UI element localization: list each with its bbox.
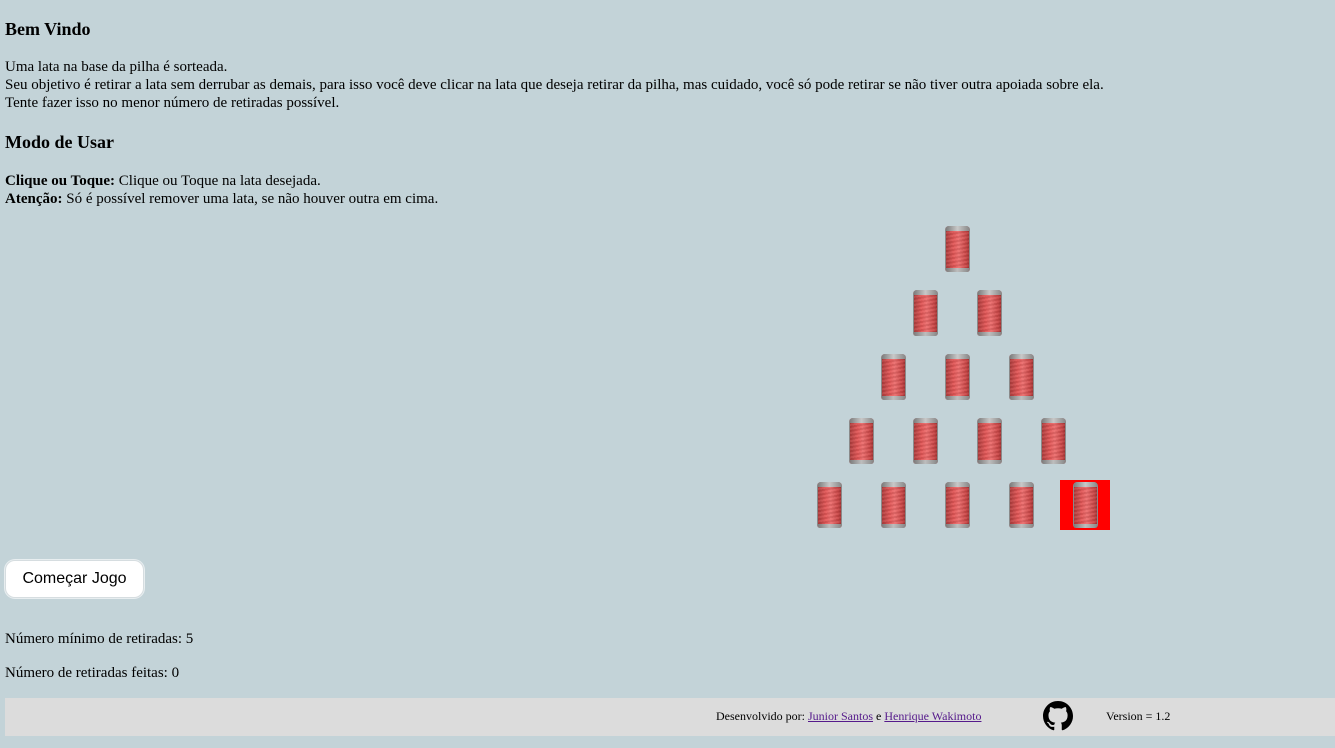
usage-item: Atenção: Só é possível remover uma lata,… <box>5 190 438 208</box>
soda-can-icon <box>1008 354 1034 400</box>
can-r2-c2[interactable] <box>964 288 1014 338</box>
can-r3-c1[interactable] <box>868 352 918 402</box>
can-r4-c3[interactable] <box>964 416 1014 466</box>
welcome-line: Tente fazer isso no menor número de reti… <box>5 95 340 111</box>
soda-can-icon <box>880 354 906 400</box>
author-link-junior[interactable]: Junior Santos <box>808 709 873 723</box>
removals-done-label: Número de retiradas feitas: <box>5 665 172 681</box>
usage-item: Clique ou Toque: Clique ou Toque na lata… <box>5 172 438 190</box>
usage-item-text: Clique ou Toque na lata desejada. <box>115 173 321 189</box>
start-game-button[interactable]: Começar Jogo <box>5 560 144 598</box>
can-r5-c3[interactable] <box>932 480 982 530</box>
developed-by-label: Desenvolvido por: <box>716 709 808 723</box>
footer: Desenvolvido por: Junior Santos e Henriq… <box>5 698 1335 736</box>
soda-can-icon <box>880 482 906 528</box>
can-r4-c2[interactable] <box>900 416 950 466</box>
can-r5-c4[interactable] <box>996 480 1046 530</box>
soda-can-icon <box>976 290 1002 336</box>
welcome-heading: Bem Vindo <box>5 19 91 39</box>
removals-done-value: 0 <box>171 665 180 681</box>
can-r5-c5[interactable] <box>1060 480 1110 530</box>
can-r5-c2[interactable] <box>868 480 918 530</box>
can-r3-c3[interactable] <box>996 352 1046 402</box>
credits: Desenvolvido por: Junior Santos e Henriq… <box>716 709 981 724</box>
soda-can-icon <box>944 226 970 272</box>
can-r5-c1[interactable] <box>804 480 854 530</box>
welcome-text: Uma lata na base da pilha é sorteada. Se… <box>5 58 1104 112</box>
soda-can-icon <box>848 418 874 464</box>
usage-item-label: Clique ou Toque: <box>5 173 116 189</box>
removals-done-stat: Número de retiradas feitas: 0 <box>5 664 179 682</box>
can-r3-c2[interactable] <box>932 352 982 402</box>
soda-can-icon <box>944 482 970 528</box>
welcome-line: Seu objetivo é retirar a lata sem derrub… <box>5 77 1104 93</box>
welcome-line: Uma lata na base da pilha é sorteada. <box>5 59 228 75</box>
version-label: Version = 1.2 <box>1106 709 1171 723</box>
soda-can-icon <box>912 290 938 336</box>
can-r4-c1[interactable] <box>836 416 886 466</box>
soda-can-icon <box>976 418 1002 464</box>
soda-can-icon <box>1008 482 1034 528</box>
page: Bem Vindo Uma lata na base da pilha é so… <box>0 0 1335 748</box>
soda-can-icon <box>1040 418 1066 464</box>
can-r4-c4[interactable] <box>1028 416 1078 466</box>
github-icon[interactable] <box>1043 701 1073 731</box>
soda-can-icon <box>944 354 970 400</box>
usage-text: Clique ou Toque: Clique ou Toque na lata… <box>5 172 438 208</box>
soda-can-icon <box>912 418 938 464</box>
min-removals-label: Número mínimo de retiradas: <box>5 631 186 647</box>
can-r1-c1[interactable] <box>932 224 982 274</box>
author-link-henrique[interactable]: Henrique Wakimoto <box>884 709 981 723</box>
usage-item-text: Só é possível remover uma lata, se não h… <box>62 191 439 207</box>
min-removals-stat: Número mínimo de retiradas: 5 <box>5 630 193 648</box>
min-removals-value: 5 <box>185 631 194 647</box>
can-r2-c1[interactable] <box>900 288 950 338</box>
usage-heading: Modo de Usar <box>5 132 114 152</box>
credits-conjunction: e <box>873 709 885 723</box>
soda-can-icon <box>1072 482 1098 528</box>
usage-item-label: Atenção: <box>5 191 63 207</box>
soda-can-icon <box>816 482 842 528</box>
